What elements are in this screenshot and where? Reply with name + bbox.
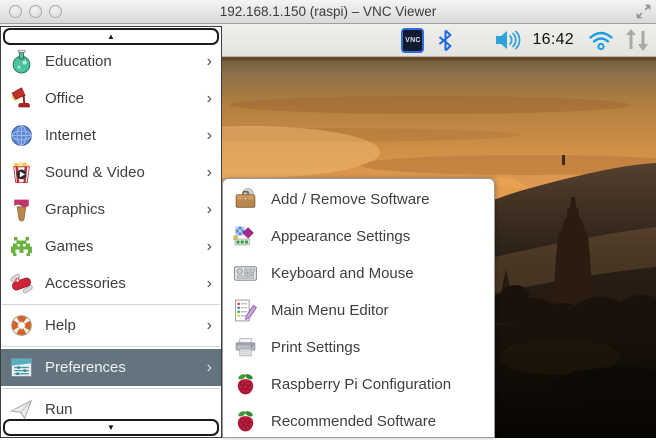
submenu-item-label: Add / Remove Software	[271, 191, 429, 208]
toolbox-cd-icon	[232, 186, 259, 213]
menu-item-label: Help	[45, 317, 207, 334]
color-swatches-icon	[232, 223, 259, 250]
submenu-arrow-icon: ›	[207, 239, 212, 255]
menu-separator	[2, 346, 220, 347]
menu-item-sound-video[interactable]: Sound & Video ›	[1, 154, 221, 191]
wifi-icon[interactable]	[588, 29, 614, 51]
menu-item-label: Education	[45, 53, 207, 70]
menu-item-label: Sound & Video	[45, 164, 207, 181]
scroll-up-icon: ▲	[107, 33, 115, 41]
submenu-item-add-remove-software[interactable]: Add / Remove Software	[223, 181, 494, 218]
menu-item-education[interactable]: Education ›	[1, 43, 221, 80]
submenu-item-raspberry-pi-configuration[interactable]: Raspberry Pi Configuration	[223, 366, 494, 403]
menu-item-preferences[interactable]: Preferences ›	[1, 349, 221, 386]
desk-lamp-icon	[8, 85, 35, 112]
submenu-arrow-icon: ›	[207, 276, 212, 292]
menu-separator	[2, 388, 220, 389]
submenu-arrow-icon: ›	[207, 318, 212, 334]
raspberry-icon	[232, 408, 259, 435]
vnc-desktop-view: VNC 16:42	[0, 24, 656, 438]
submenu-arrow-icon: ›	[207, 128, 212, 144]
clock: 16:42	[532, 31, 574, 49]
menu-item-label: Accessories	[45, 275, 207, 292]
paintbrush-icon	[8, 196, 35, 223]
submenu-item-keyboard-and-mouse[interactable]: Keyboard and Mouse	[223, 255, 494, 292]
submenu-item-label: Recommended Software	[271, 413, 436, 430]
submenu-arrow-icon: ›	[207, 54, 212, 70]
globe-icon	[8, 122, 35, 149]
space-invader-icon	[8, 233, 35, 260]
vnc-tray-icon[interactable]: VNC	[401, 28, 424, 53]
menu-item-help[interactable]: Help ›	[1, 307, 221, 344]
submenu-arrow-icon: ›	[207, 91, 212, 107]
menu-item-label: Office	[45, 90, 207, 107]
flask-icon	[8, 48, 35, 75]
menu-item-internet[interactable]: Internet ›	[1, 117, 221, 154]
window-titlebar: 192.168.1.150 (raspi) – VNC Viewer	[0, 0, 656, 24]
submenu-item-label: Main Menu Editor	[271, 302, 389, 319]
updown-arrows-icon[interactable]	[624, 28, 650, 52]
menu-item-label: Graphics	[45, 201, 207, 218]
submenu-item-label: Raspberry Pi Configuration	[271, 376, 451, 393]
submenu-item-main-menu-editor[interactable]: Main Menu Editor	[223, 292, 494, 329]
menu-item-accessories[interactable]: Accessories ›	[1, 265, 221, 302]
vnc-logo-text: VNC	[405, 37, 421, 44]
bluetooth-icon[interactable]	[438, 29, 453, 52]
keyboard-icon	[232, 260, 259, 287]
applications-menu: ▲ Education ›	[0, 26, 222, 438]
menu-item-label: Games	[45, 238, 207, 255]
submenu-item-label: Appearance Settings	[271, 228, 410, 245]
menu-scroll-up[interactable]: ▲	[3, 28, 219, 45]
menu-scroll-down[interactable]: ▼	[3, 419, 219, 436]
submenu-item-appearance-settings[interactable]: Appearance Settings	[223, 218, 494, 255]
raspberry-icon	[232, 371, 259, 398]
printer-icon	[232, 334, 259, 361]
submenu-arrow-icon: ›	[207, 202, 212, 218]
menu-separator	[2, 304, 220, 305]
menu-item-label: Preferences	[45, 359, 207, 376]
swiss-knife-icon	[8, 270, 35, 297]
menu-item-label: Internet	[45, 127, 207, 144]
menu-item-label: Run	[45, 401, 216, 418]
submenu-item-label: Keyboard and Mouse	[271, 265, 414, 282]
settings-panel-icon	[8, 354, 35, 381]
popcorn-play-icon	[8, 159, 35, 186]
menu-item-office[interactable]: Office ›	[1, 80, 221, 117]
submenu-item-print-settings[interactable]: Print Settings	[223, 329, 494, 366]
volume-icon[interactable]	[495, 29, 522, 51]
submenu-arrow-icon: ›	[207, 165, 212, 181]
submenu-item-recommended-software[interactable]: Recommended Software	[223, 403, 494, 440]
scroll-down-icon: ▼	[107, 424, 115, 432]
submenu-item-label: Print Settings	[271, 339, 360, 356]
menu-item-graphics[interactable]: Graphics ›	[1, 191, 221, 228]
preferences-submenu: Add / Remove Software	[222, 178, 495, 438]
menu-editor-icon	[232, 297, 259, 324]
fullscreen-resize-icon[interactable]	[636, 4, 651, 19]
window-title: 192.168.1.150 (raspi) – VNC Viewer	[0, 0, 656, 24]
lifebuoy-icon	[8, 312, 35, 339]
submenu-arrow-icon: ›	[207, 360, 212, 376]
menu-item-games[interactable]: Games ›	[1, 228, 221, 265]
